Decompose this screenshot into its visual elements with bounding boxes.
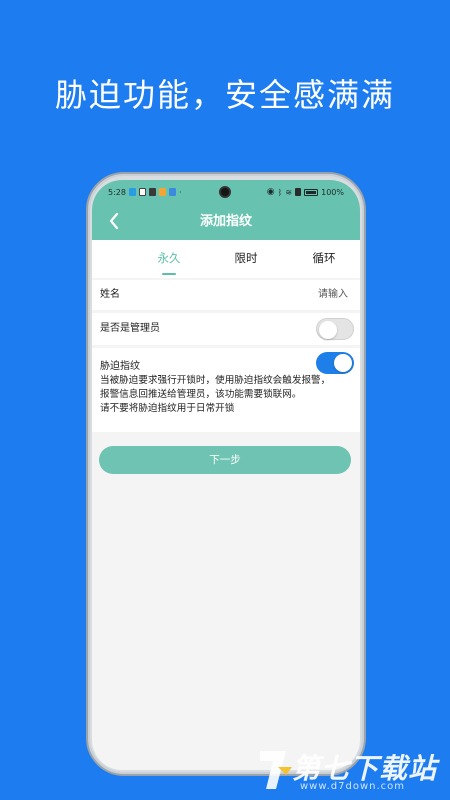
next-button[interactable]: 下一步	[99, 446, 351, 474]
battery-icon	[304, 188, 319, 196]
duress-label: 胁迫指纹	[100, 361, 140, 372]
status-bar: 5:28 · ◉ ᛒ ≋ 100%	[92, 180, 360, 204]
notification-icon	[138, 188, 146, 196]
more-dots-icon: ·	[178, 187, 182, 197]
tab-label: 循环	[312, 251, 336, 265]
eye-icon: ◉	[266, 187, 275, 197]
front-camera	[219, 186, 231, 198]
toggle-knob	[334, 354, 352, 372]
name-label: 姓名	[100, 289, 120, 300]
description-line: 当被胁迫要求强行开锁时，使用胁迫指纹会触发报警，	[100, 375, 331, 386]
tab-bar: 永久 限时 循环	[92, 240, 360, 278]
notification-icon	[168, 188, 176, 196]
wifi-icon: ≋	[285, 187, 293, 197]
sim-icon	[295, 188, 302, 196]
tab-label: 永久	[157, 251, 181, 265]
watermark: 第七下载站 www.d7down.com	[256, 745, 446, 795]
banner-headline: 胁迫功能，安全感满满	[54, 76, 395, 114]
admin-label: 是否是管理员	[100, 323, 160, 334]
app-notification-icon	[128, 188, 136, 196]
app-screen: 5:28 · ◉ ᛒ ≋ 100% 添加指纹 永久 限时 循环 姓名 请输入 是…	[92, 180, 360, 770]
bluetooth-icon: ᛒ	[277, 187, 283, 197]
toggle-knob	[319, 321, 337, 339]
watermark-url: www.d7down.com	[300, 781, 406, 792]
status-time: 5:28	[108, 187, 126, 197]
admin-toggle[interactable]	[316, 318, 354, 340]
play-notification-icon	[158, 188, 166, 196]
admin-row: 是否是管理员	[92, 313, 360, 345]
tab-permanent[interactable]: 永久	[147, 240, 191, 278]
duress-row: 胁迫指纹 当被胁迫要求强行开锁时，使用胁迫指纹会触发报警， 报警信息回推送给管理…	[92, 348, 360, 432]
duress-toggle[interactable]	[316, 352, 354, 374]
battery-percent: 100%	[321, 187, 344, 197]
tab-active-indicator	[162, 273, 176, 275]
notification-icon	[148, 188, 156, 196]
name-input[interactable]: 请输入	[318, 280, 348, 310]
tab-label: 限时	[234, 251, 258, 265]
description-line: 请不要将胁迫指纹用于日常开锁	[100, 403, 235, 414]
name-row: 姓名 请输入	[92, 280, 360, 310]
page-title: 添加指纹	[199, 214, 252, 229]
description-line: 报警信息回推送给管理员，该功能需要锁联网。	[100, 389, 302, 400]
tab-limited[interactable]: 限时	[224, 240, 268, 278]
title-bar: 添加指纹	[92, 204, 360, 240]
site-logo-icon	[260, 751, 292, 789]
tab-cycle[interactable]: 循环	[302, 240, 346, 278]
duress-description: 当被胁迫要求强行开锁时，使用胁迫指纹会触发报警， 报警信息回推送给管理员，该功能…	[100, 374, 354, 416]
